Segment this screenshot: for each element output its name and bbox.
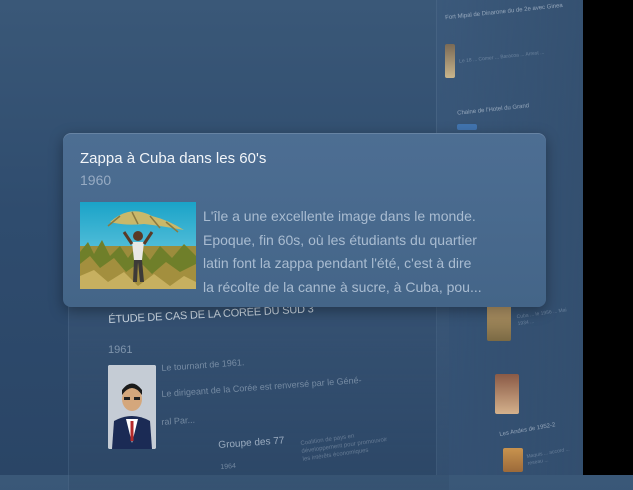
side-title-2: Chaine de l'Hotel du Grand [456,103,530,117]
screen-edge [583,0,633,475]
side-snippet-2: Cuba ... le 1956 ... Mai 1934 ... [516,307,567,328]
back-card-photo [108,365,156,449]
side-thumbnail [495,374,519,414]
side-thumbnail [503,448,523,472]
side-thumbnail [487,305,511,341]
side-snippet-3: Maquis ... accord ... reseau ... [526,446,571,467]
event-description: L'île a une excellente image dans le mon… [203,205,538,299]
description-line: Epoque, fin 60s, où les étudiants du qua… [203,231,477,248]
event-card[interactable]: Zappa à Cuba dans les 60's 1960 L'île a … [63,133,546,307]
description-line: latin font la zappa pendant l'été, c'est… [203,255,472,271]
side-snippet-1: Le 18 ... Comer ... Baracoa ... Arrest .… [458,49,545,65]
side-title-1: Fort Mipal de Dinarone du de 2e avec Gin… [445,2,564,22]
event-year: 1960 [80,172,112,188]
event-photo [80,202,196,289]
event-title: Zappa à Cuba dans les 60's [80,150,267,167]
description-line: la récolte de la canne à sucre, à Cuba, … [203,278,482,295]
side-thumbnail [445,44,455,78]
side-title-3: Les Andes de 1952-2 [499,422,556,439]
description-line: L'île a une excellente image dans le mon… [203,208,476,224]
side-button[interactable] [457,124,477,130]
back-card-year: 1961 [108,344,133,356]
